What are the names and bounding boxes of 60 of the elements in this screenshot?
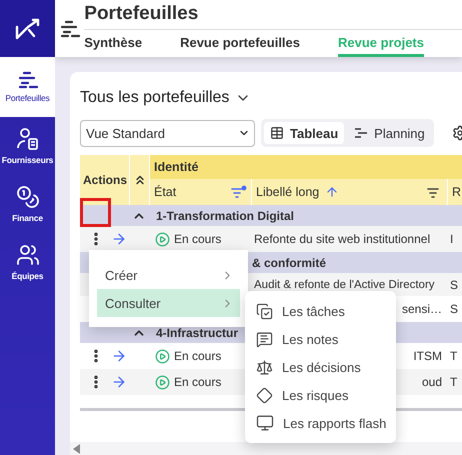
status-text: En cours [174,349,222,363]
tab[interactable]: Synthèse [84,30,142,57]
table-cell: T [450,375,458,389]
note-icon [256,330,273,348]
view-title[interactable]: Tous les portefeuilles [80,89,230,107]
sidebar-item[interactable]: Équipes [0,233,55,291]
sidebar-item[interactable]: Fournisseurs [0,117,55,175]
play-circle-icon [155,374,170,390]
view-mode-button[interactable]: Planning [348,122,431,144]
menu-icon[interactable] [58,20,81,38]
page-title: Portefeuilles [84,0,462,30]
portfolio-icon [16,71,38,89]
menu-item[interactable]: Les rapports flash [256,409,396,437]
diamond-icon [256,386,273,404]
table-cell: I [450,232,454,246]
horizontal-scrollbar[interactable] [70,442,462,455]
table-cell: T [450,349,458,363]
menu-item[interactable]: Les tâches [256,297,396,325]
person-card-icon [16,127,40,151]
table-cell: S [450,278,458,292]
status-text: En cours [174,232,222,246]
scroll-left-icon[interactable] [73,444,80,454]
table-cell: sensi… [402,302,442,316]
menu-item[interactable]: Les décisions [256,353,396,381]
column-header[interactable]: R [452,185,462,199]
scale-icon [256,358,273,376]
menu-item[interactable]: Les notes [256,325,396,353]
filter-icon[interactable] [231,185,247,199]
sidebar-item[interactable]: Portefeuilles [0,57,55,117]
table-cell: S [450,302,458,316]
view-select[interactable]: Vue Standard [80,120,255,146]
table-icon [270,126,284,140]
status-text: En cours [174,375,222,389]
table-cell: ITSM [413,349,442,363]
coins-icon [16,185,40,209]
group-label[interactable]: & conformité [252,256,326,270]
sidebar-item[interactable]: Finance [0,175,55,233]
logo-icon [14,18,40,40]
group-label[interactable]: 4-Infrastructur [156,326,238,340]
play-circle-icon [155,232,170,246]
group-label[interactable]: 1-Transformation Digital [156,208,294,222]
monitor-icon [256,414,274,432]
checklist-icon [256,302,273,320]
arrow-right-icon [111,231,127,247]
menu-item[interactable]: Consulter [97,289,240,317]
menu-item[interactable]: Créer [97,261,240,289]
tab[interactable]: Revue portefeuilles [180,30,300,57]
column-header[interactable]: État [154,185,176,199]
view-mode-button[interactable]: Tableau [264,122,344,144]
table-cell: oud [422,375,442,389]
play-circle-icon [155,348,170,364]
people-icon [16,243,40,267]
planning-icon [354,127,368,139]
highlight-frame [80,198,111,227]
column-header[interactable]: Libellé long [256,185,320,199]
table-cell: Audit & refonte de l'Active Directory [254,278,435,290]
menu-item[interactable]: Les risques [256,381,396,409]
column-header: Actions [83,173,128,187]
table-cell: Refonte du site web institutionnel [254,232,430,246]
column-group-header: Identité [150,155,462,179]
